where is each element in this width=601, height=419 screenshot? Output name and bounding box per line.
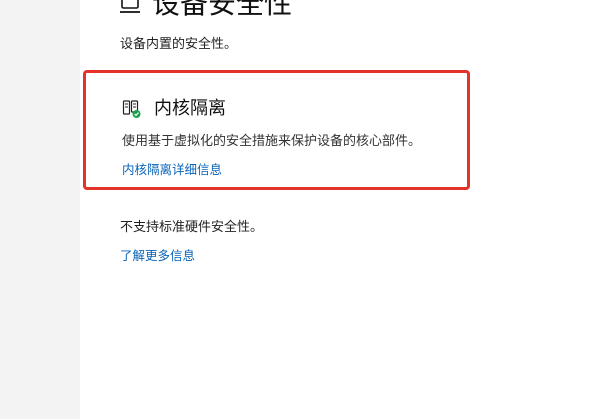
learn-more-link[interactable]: 了解更多信息 <box>120 247 195 265</box>
hardware-security-status: 不支持标准硬件安全性。 <box>120 220 264 235</box>
page-subtitle: 设备内置的安全性。 <box>120 37 238 52</box>
navigation-rail <box>0 0 80 419</box>
page-title: 设备安全性 <box>152 0 293 20</box>
core-isolation-description: 使用基于虚拟化的安全措施来保护设备的核心部件。 <box>122 134 422 149</box>
core-isolation-title: 内核隔离 <box>154 98 226 119</box>
page-header: 设备安全性 <box>118 0 292 22</box>
core-isolation-details-link[interactable]: 内核隔离详细信息 <box>122 161 222 179</box>
device-security-icon <box>120 0 140 13</box>
core-isolation-heading: 内核隔离 <box>122 97 226 121</box>
core-isolation-card: 内核隔离 使用基于虚拟化的安全措施来保护设备的核心部件。 内核隔离详细信息 <box>83 70 470 190</box>
device-security-page: 设备安全性 设备内置的安全性。 内核隔离 使用基于虚拟化的安全措施来保护设备的核… <box>80 0 601 419</box>
core-isolation-icon <box>122 100 141 118</box>
